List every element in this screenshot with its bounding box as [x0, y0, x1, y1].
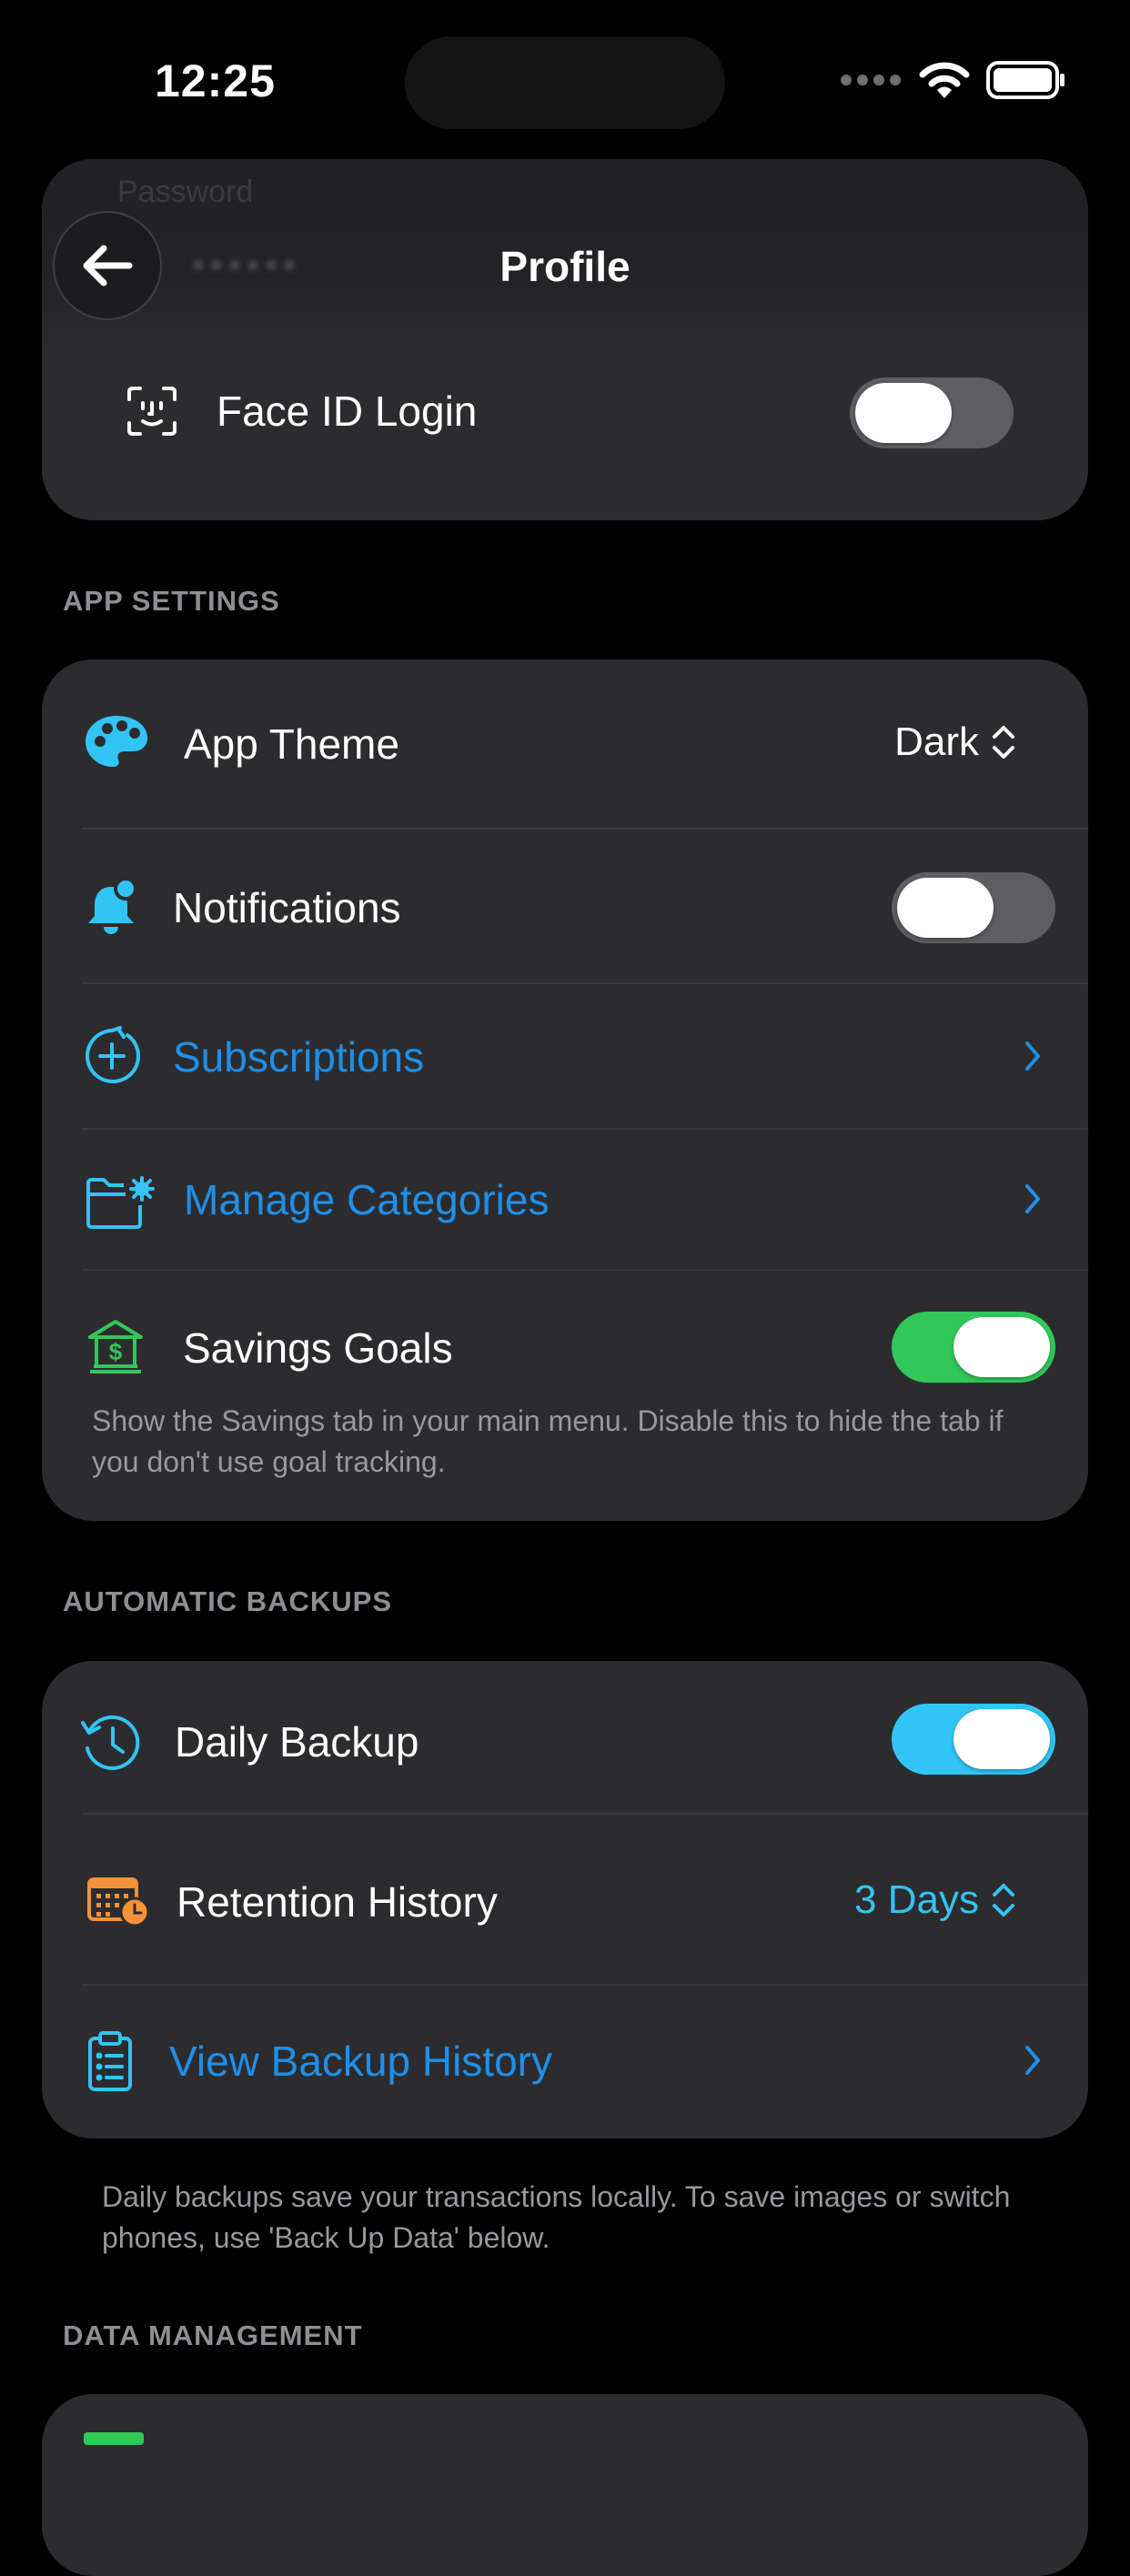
- notifications-label: Notifications: [173, 884, 401, 931]
- page-title: Profile: [499, 243, 631, 290]
- palette-icon: [84, 714, 149, 775]
- divider: [82, 1984, 1088, 1986]
- face-id-icon: [126, 385, 178, 442]
- app-theme-picker[interactable]: Dark: [894, 719, 1017, 765]
- data-icon: [84, 2432, 144, 2445]
- section-header-automatic-backups: AUTOMATIC BACKUPS: [63, 1585, 393, 1617]
- app-theme-label: App Theme: [184, 720, 399, 768]
- section-header-data-management: DATA MANAGEMENT: [63, 2319, 363, 2351]
- battery-icon: [986, 61, 1064, 99]
- clipboard-list-icon: [87, 2030, 133, 2097]
- notifications-toggle[interactable]: [892, 872, 1055, 943]
- divider: [82, 1128, 1088, 1130]
- status-time: 12:25: [155, 55, 276, 106]
- section-header-app-settings: APP SETTINGS: [63, 585, 280, 617]
- status-icons: [839, 60, 1066, 100]
- manage-categories-link[interactable]: Manage Categories: [184, 1175, 549, 1224]
- face-id-label: Face ID Login: [217, 387, 478, 435]
- daily-backup-toggle[interactable]: [892, 1704, 1055, 1775]
- face-id-toggle[interactable]: [850, 377, 1014, 448]
- retention-history-value: 3 Days: [854, 1877, 979, 1922]
- bell-icon: [84, 877, 138, 942]
- bank-icon: $: [87, 1319, 144, 1380]
- divider: [82, 1269, 1088, 1271]
- subscriptions-link[interactable]: Subscriptions: [173, 1032, 424, 1082]
- wifi-icon: [919, 62, 970, 98]
- password-label: Password: [117, 175, 254, 209]
- svg-text:$: $: [109, 1338, 123, 1365]
- view-backup-history-link[interactable]: View Backup History: [169, 2037, 552, 2086]
- app-settings-card: App Theme Dark Notifications Subscriptio…: [42, 659, 1088, 1521]
- daily-backup-label: Daily Backup: [175, 1718, 419, 1766]
- up-down-chevron-icon: [993, 726, 1014, 759]
- savings-goals-toggle[interactable]: [892, 1312, 1055, 1383]
- dynamic-island: [405, 36, 725, 129]
- calendar-clock-icon: [87, 1872, 151, 1931]
- up-down-chevron-icon: [993, 1884, 1014, 1917]
- backups-card: Daily Backup Retention History 3 Days Vi…: [42, 1661, 1088, 2138]
- savings-goals-description: Show the Savings tab in your main menu. …: [92, 1404, 1004, 1478]
- folder-gear-icon: [86, 1176, 155, 1235]
- chevron-right-icon[interactable]: [1023, 1182, 1043, 1220]
- chevron-right-icon[interactable]: [1023, 2044, 1043, 2081]
- divider: [82, 1813, 1088, 1815]
- divider: [82, 982, 1088, 984]
- savings-goals-label: Savings Goals: [183, 1324, 453, 1372]
- security-card: Password •••••• Face ID Login: [42, 159, 1088, 520]
- backups-footnote: Daily backups save your transactions loc…: [102, 2180, 1011, 2254]
- data-management-card: [42, 2394, 1088, 2576]
- signal-icon: [841, 75, 901, 86]
- subscription-icon: [82, 1026, 142, 1091]
- divider: [82, 828, 1088, 830]
- app-theme-value: Dark: [894, 719, 979, 764]
- retention-history-picker[interactable]: 3 Days: [854, 1877, 1017, 1923]
- chevron-right-icon[interactable]: [1023, 1040, 1043, 1077]
- clock-history-icon: [80, 1712, 142, 1778]
- retention-history-label: Retention History: [177, 1878, 498, 1926]
